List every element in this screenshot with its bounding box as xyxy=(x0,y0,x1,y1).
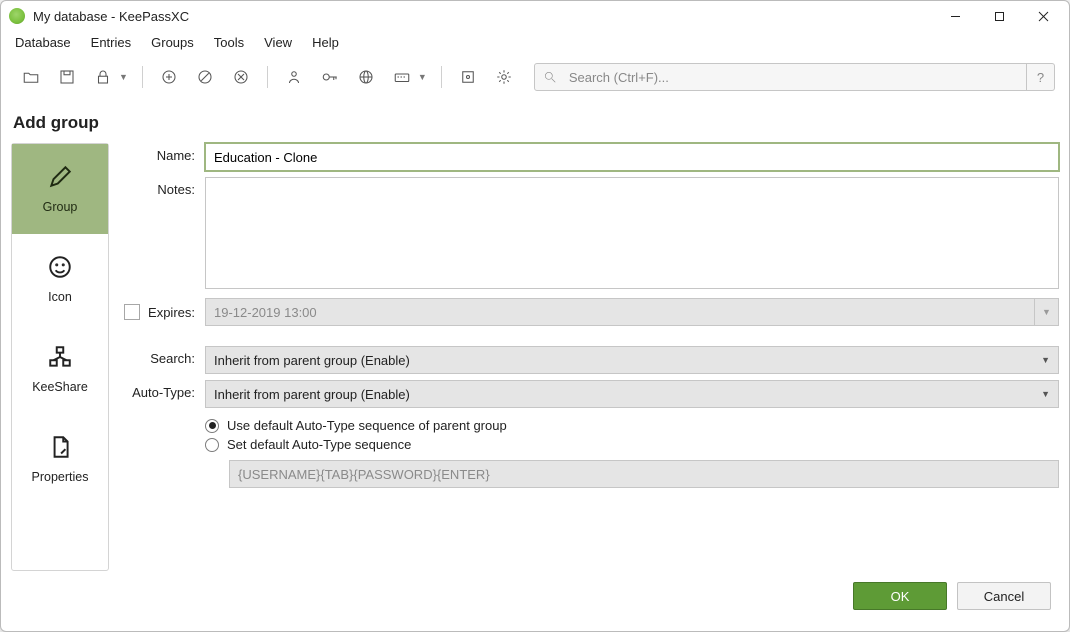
search-combo[interactable]: Inherit from parent group (Enable) ▼ xyxy=(205,346,1059,374)
menu-groups[interactable]: Groups xyxy=(141,32,204,53)
radio-use-default-label: Use default Auto-Type sequence of parent… xyxy=(227,418,507,433)
copy-password-icon[interactable] xyxy=(314,61,346,93)
sidebar-item-group[interactable]: Group xyxy=(12,144,108,234)
save-db-icon[interactable] xyxy=(51,61,83,93)
add-entry-icon[interactable] xyxy=(153,61,185,93)
titlebar: My database - KeePassXC xyxy=(1,1,1069,31)
share-icon xyxy=(47,344,73,370)
chevron-down-icon: ▼ xyxy=(1041,355,1050,365)
menubar: Database Entries Groups Tools View Help xyxy=(1,31,1069,55)
expires-field: 19-12-2019 13:00 xyxy=(205,298,1035,326)
radio-set-default-label: Set default Auto-Type sequence xyxy=(227,437,411,452)
edit-entry-icon[interactable] xyxy=(189,61,221,93)
autotype-label: Auto-Type: xyxy=(123,380,205,400)
notes-label: Notes: xyxy=(123,177,205,197)
delete-entry-icon[interactable] xyxy=(225,61,257,93)
maximize-button[interactable] xyxy=(977,1,1021,31)
menu-help[interactable]: Help xyxy=(302,32,349,53)
open-db-icon[interactable] xyxy=(15,61,47,93)
menu-database[interactable]: Database xyxy=(5,32,81,53)
cancel-button[interactable]: Cancel xyxy=(957,582,1051,610)
menu-view[interactable]: View xyxy=(254,32,302,53)
search-icon xyxy=(543,70,557,84)
autotype-combo-value: Inherit from parent group (Enable) xyxy=(214,387,410,402)
autotype-icon[interactable] xyxy=(386,61,418,93)
smiley-icon xyxy=(47,254,73,280)
name-label: Name: xyxy=(123,143,205,163)
search-combo-value: Inherit from parent group (Enable) xyxy=(214,353,410,368)
name-input[interactable] xyxy=(205,143,1059,171)
dialog-footer: OK Cancel xyxy=(11,571,1059,621)
file-icon xyxy=(47,434,73,460)
minimize-button[interactable] xyxy=(933,1,977,31)
sidebar-item-label: Properties xyxy=(32,470,89,484)
autotype-combo[interactable]: Inherit from parent group (Enable) ▼ xyxy=(205,380,1059,408)
pencil-icon xyxy=(47,164,73,190)
ok-button[interactable]: OK xyxy=(853,582,947,610)
notes-textarea[interactable] xyxy=(205,177,1059,289)
password-generator-icon[interactable] xyxy=(452,61,484,93)
window-title: My database - KeePassXC xyxy=(33,9,189,24)
menu-tools[interactable]: Tools xyxy=(204,32,254,53)
search-placeholder: Search (Ctrl+F)... xyxy=(569,70,669,85)
sidebar-item-properties[interactable]: Properties xyxy=(12,414,108,504)
chevron-down-icon: ▼ xyxy=(1041,389,1050,399)
sidebar-item-label: KeeShare xyxy=(32,380,88,394)
close-button[interactable] xyxy=(1021,1,1065,31)
expires-checkbox[interactable] xyxy=(124,304,140,320)
expires-dropdown-button[interactable]: ▼ xyxy=(1035,298,1059,326)
sidebar-item-icon[interactable]: Icon xyxy=(12,234,108,324)
autotype-sequence-field: {USERNAME}{TAB}{PASSWORD}{ENTER} xyxy=(229,460,1059,488)
sidebar-item-label: Group xyxy=(43,200,78,214)
lock-dropdown-icon[interactable]: ▼ xyxy=(119,72,132,82)
radio-set-default[interactable] xyxy=(205,438,219,452)
page-body: Add group Group Icon KeeShare Pro xyxy=(1,99,1069,631)
copy-url-icon[interactable] xyxy=(350,61,382,93)
page-title: Add group xyxy=(13,113,1059,133)
app-icon xyxy=(9,8,25,24)
lock-db-icon[interactable] xyxy=(87,61,119,93)
copy-user-icon[interactable] xyxy=(278,61,310,93)
toolbar: ▼ ▼ Search (Ctrl+F)... ? xyxy=(1,55,1069,99)
settings-icon[interactable] xyxy=(488,61,520,93)
sidebar-item-keeshare[interactable]: KeeShare xyxy=(12,324,108,414)
search-container: Search (Ctrl+F)... ? xyxy=(534,63,1055,91)
expires-label: Expires: xyxy=(148,305,195,320)
menu-entries[interactable]: Entries xyxy=(81,32,141,53)
search-label: Search: xyxy=(123,346,205,366)
autotype-dropdown-icon[interactable]: ▼ xyxy=(418,72,431,82)
edit-sidebar: Group Icon KeeShare Properties xyxy=(11,143,109,571)
sidebar-item-label: Icon xyxy=(48,290,72,304)
radio-use-default[interactable] xyxy=(205,419,219,433)
group-form: Name: Notes: Expires: 19-12-2019 13:00 ▼ xyxy=(109,143,1059,571)
search-input[interactable]: Search (Ctrl+F)... xyxy=(534,63,1027,91)
app-window: My database - KeePassXC Database Entries… xyxy=(0,0,1070,632)
search-help-button[interactable]: ? xyxy=(1027,63,1055,91)
